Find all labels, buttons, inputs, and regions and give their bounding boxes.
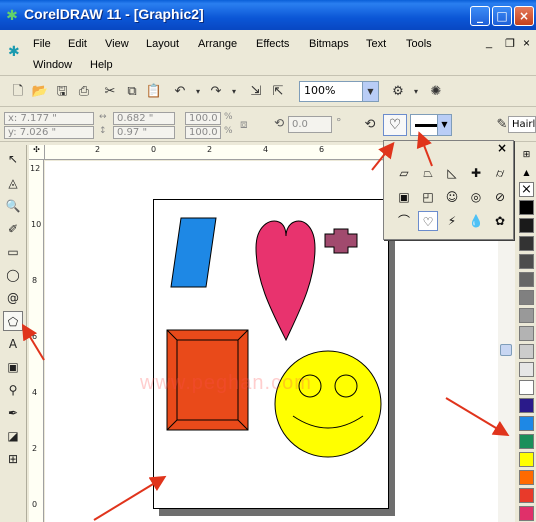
color-swatch[interactable]: [519, 470, 534, 485]
color-swatch[interactable]: [519, 488, 534, 503]
color-swatch[interactable]: [519, 380, 534, 395]
bevel-shape-icon[interactable]: ▣: [394, 187, 414, 207]
arc-shape-icon[interactable]: ⌒: [394, 211, 414, 231]
cross-shape-icon[interactable]: ✚: [466, 163, 486, 183]
palette-options-icon[interactable]: ⊞: [519, 148, 534, 163]
trapezoid-shape-icon[interactable]: ⏢: [418, 163, 438, 183]
no-fill-swatch[interactable]: ⨯: [519, 182, 534, 197]
perfect-shapes-flyout: × ▱ ⏢ ◺ ✚ ⌭ ▣ ◰ ☺ ◎ ⊘ ⌒ ♡ ⚡ 💧 ✿: [383, 140, 514, 240]
smiley-shape-icon[interactable]: ☺: [442, 187, 462, 207]
color-swatch[interactable]: [519, 218, 534, 233]
smiley-right-eye: [334, 374, 358, 398]
color-swatch[interactable]: [519, 344, 534, 359]
color-swatch[interactable]: [519, 200, 534, 215]
folded-corner-shape-icon[interactable]: ◰: [418, 187, 438, 207]
color-swatch[interactable]: [519, 398, 534, 413]
scrollbar-thumb[interactable]: [500, 344, 512, 356]
parallelogram-shape-icon[interactable]: ▱: [394, 163, 414, 183]
flyout-close-button[interactable]: ×: [497, 141, 507, 155]
color-swatch[interactable]: [519, 236, 534, 251]
no-symbol-shape-icon[interactable]: ⊘: [490, 187, 510, 207]
color-palette: ⊞ ▲ ⨯: [517, 145, 536, 522]
cross-shape[interactable]: [324, 228, 358, 254]
watermark-text: www.peghan.com: [140, 372, 312, 394]
color-swatch[interactable]: [519, 326, 534, 341]
flower-shape-icon[interactable]: ✿: [490, 211, 510, 231]
color-swatch[interactable]: [519, 254, 534, 269]
color-swatch[interactable]: [519, 452, 534, 467]
color-swatch[interactable]: [519, 308, 534, 323]
color-swatch[interactable]: [519, 290, 534, 305]
lightning-shape-icon[interactable]: ⚡: [442, 211, 462, 231]
triangle-shape-icon[interactable]: ◺: [442, 163, 462, 183]
donut-shape-icon[interactable]: ◎: [466, 187, 486, 207]
heart-shape-icon[interactable]: ♡: [418, 211, 438, 231]
drop-shape-icon[interactable]: 💧: [466, 211, 486, 231]
color-swatch[interactable]: [519, 362, 534, 377]
cylinder-shape-icon[interactable]: ⌭: [490, 163, 510, 183]
color-swatch[interactable]: [519, 272, 534, 287]
color-swatch[interactable]: [519, 506, 534, 521]
blue-parallelogram-shape[interactable]: [170, 217, 217, 288]
page-shapes: [166, 217, 382, 458]
color-swatch[interactable]: [519, 434, 534, 449]
smiley-face-shape[interactable]: [274, 350, 382, 458]
palette-scroll-up-icon[interactable]: ▲: [519, 165, 534, 180]
heart-shape[interactable]: [255, 220, 316, 342]
color-swatch[interactable]: [519, 416, 534, 431]
